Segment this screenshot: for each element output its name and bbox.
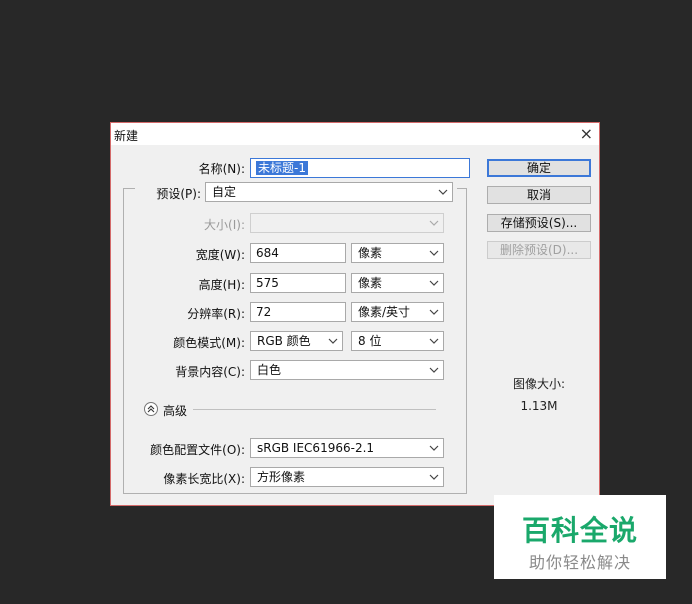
group-box-top-left bbox=[123, 188, 135, 189]
pixel-aspect-select[interactable]: 方形像素 bbox=[250, 467, 444, 487]
height-unit-select[interactable]: 像素 bbox=[351, 273, 444, 293]
name-input[interactable]: 未标题-1 bbox=[250, 158, 470, 178]
background-value: 白色 bbox=[257, 363, 282, 377]
background-select[interactable]: 白色 bbox=[250, 360, 444, 380]
height-label: 高度(H): bbox=[198, 278, 245, 292]
width-unit-value: 像素 bbox=[358, 246, 383, 260]
cancel-button[interactable]: 取消 bbox=[487, 186, 591, 204]
advanced-divider bbox=[193, 409, 436, 410]
name-label: 名称(N): bbox=[198, 162, 245, 176]
watermark-logo: 百科全说 助你轻松解决 bbox=[494, 495, 666, 579]
background-label: 背景内容(C): bbox=[175, 365, 245, 379]
resolution-input[interactable]: 72 bbox=[250, 302, 346, 322]
width-input[interactable]: 684 bbox=[250, 243, 346, 263]
group-box-right bbox=[466, 188, 467, 493]
size-select bbox=[250, 213, 444, 233]
ok-button[interactable]: 确定 bbox=[487, 159, 591, 177]
collapse-advanced-icon[interactable] bbox=[144, 402, 158, 416]
dialog-title: 新建 bbox=[114, 129, 139, 143]
image-size-label: 图像大小: bbox=[512, 377, 566, 391]
color-mode-value: RGB 颜色 bbox=[257, 334, 311, 348]
chevron-down-icon bbox=[429, 474, 439, 480]
chevron-down-icon bbox=[429, 445, 439, 451]
preset-label: 预设(P): bbox=[156, 187, 201, 201]
watermark-title: 百科全说 bbox=[521, 514, 638, 547]
advanced-label[interactable]: 高级 bbox=[163, 402, 187, 419]
pixel-aspect-label: 像素长宽比(X): bbox=[163, 472, 245, 486]
chevron-down-icon bbox=[429, 367, 439, 373]
chevron-down-icon bbox=[429, 309, 439, 315]
height-value: 575 bbox=[256, 276, 279, 290]
chevron-down-icon bbox=[328, 338, 338, 344]
resolution-label: 分辨率(R): bbox=[187, 307, 245, 321]
bit-depth-value: 8 位 bbox=[358, 334, 382, 348]
chevron-down-icon bbox=[438, 189, 448, 195]
chevron-down-icon bbox=[429, 250, 439, 256]
chevron-down-icon bbox=[429, 280, 439, 286]
name-value: 未标题-1 bbox=[256, 161, 308, 175]
new-document-dialog: 新建 × 名称(N): 未标题-1 预设(P): 自定 大小(I): 宽度(W)… bbox=[110, 122, 600, 506]
chevron-down-icon bbox=[429, 220, 439, 226]
close-icon[interactable]: × bbox=[580, 124, 593, 143]
bit-depth-select[interactable]: 8 位 bbox=[351, 331, 444, 351]
image-size-value: 1.13M bbox=[520, 399, 558, 413]
height-unit-value: 像素 bbox=[358, 276, 383, 290]
watermark-subtitle: 助你轻松解决 bbox=[528, 553, 631, 572]
title-bar: 新建 × bbox=[111, 123, 599, 145]
resolution-unit-select[interactable]: 像素/英寸 bbox=[351, 302, 444, 322]
group-box-bottom bbox=[123, 493, 467, 494]
save-preset-button[interactable]: 存储预设(S)... bbox=[487, 214, 591, 232]
color-profile-select[interactable]: sRGB IEC61966-2.1 bbox=[250, 438, 444, 458]
resolution-value: 72 bbox=[256, 305, 272, 319]
color-profile-label: 颜色配置文件(O): bbox=[150, 443, 245, 457]
preset-select[interactable]: 自定 bbox=[205, 182, 453, 202]
width-unit-select[interactable]: 像素 bbox=[351, 243, 444, 263]
color-mode-select[interactable]: RGB 颜色 bbox=[250, 331, 343, 351]
group-box-left bbox=[123, 188, 124, 493]
width-label: 宽度(W): bbox=[195, 248, 245, 262]
size-label: 大小(I): bbox=[204, 218, 245, 232]
pixel-aspect-value: 方形像素 bbox=[257, 470, 306, 484]
delete-preset-button: 删除预设(D)... bbox=[487, 241, 591, 259]
height-input[interactable]: 575 bbox=[250, 273, 346, 293]
color-profile-value: sRGB IEC61966-2.1 bbox=[257, 441, 375, 455]
color-mode-label: 颜色模式(M): bbox=[173, 336, 245, 350]
width-value: 684 bbox=[256, 246, 279, 260]
resolution-unit-value: 像素/英寸 bbox=[358, 305, 411, 319]
preset-value: 自定 bbox=[212, 185, 237, 199]
chevron-down-icon bbox=[429, 338, 439, 344]
